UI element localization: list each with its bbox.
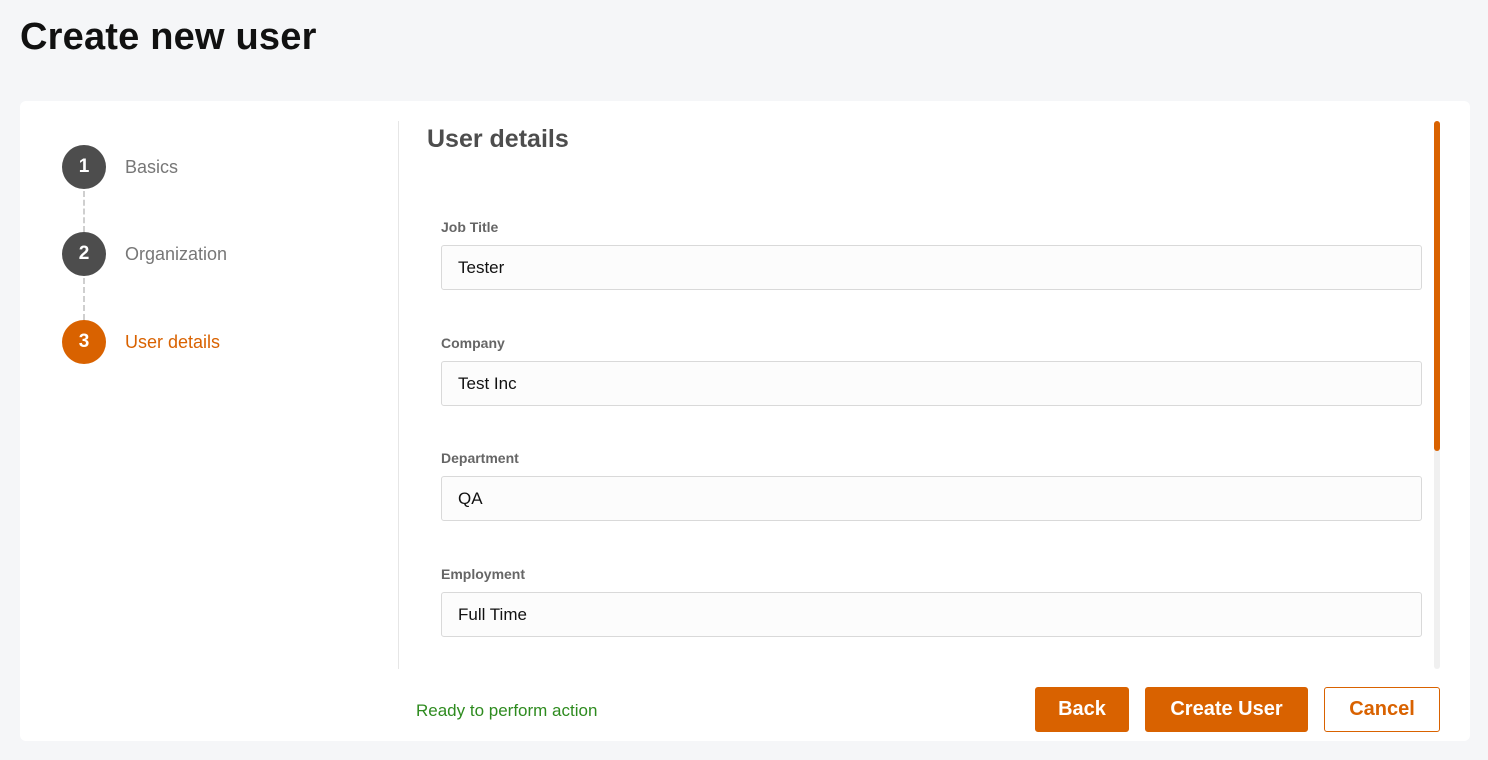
- job-title-field: Job Title: [441, 219, 1422, 290]
- step-user-details[interactable]: 3 User details: [62, 320, 220, 364]
- scrollbar-thumb[interactable]: [1434, 121, 1440, 451]
- job-title-label: Job Title: [441, 219, 499, 235]
- department-field: Department: [441, 450, 1422, 521]
- cancel-button[interactable]: Cancel: [1324, 687, 1440, 732]
- step-organization[interactable]: 2 Organization: [62, 232, 227, 276]
- company-field: Company: [441, 335, 1422, 406]
- wizard-card: 1 Basics 2 Organization 3 User details U…: [20, 101, 1470, 741]
- step-number: 3: [62, 320, 106, 364]
- step-connector: [83, 191, 85, 232]
- step-label: User details: [125, 331, 221, 352]
- vertical-divider: [398, 121, 399, 669]
- status-message: Ready to perform action: [416, 701, 598, 720]
- employment-field: Employment: [441, 566, 1422, 637]
- section-title: User details: [427, 125, 569, 153]
- page-title: Create new user: [20, 16, 317, 58]
- step-connector: [83, 278, 85, 320]
- back-button[interactable]: Back: [1035, 687, 1129, 732]
- step-number: 1: [62, 145, 106, 189]
- step-basics[interactable]: 1 Basics: [62, 145, 178, 189]
- step-label: Organization: [125, 243, 228, 264]
- step-number: 2: [62, 232, 106, 276]
- employment-label: Employment: [441, 566, 526, 582]
- create-user-button[interactable]: Create User: [1145, 687, 1308, 732]
- step-label: Basics: [125, 156, 179, 177]
- company-input[interactable]: [441, 361, 1422, 406]
- company-label: Company: [441, 335, 505, 351]
- form-scrollbar[interactable]: [1434, 121, 1440, 669]
- department-label: Department: [441, 450, 519, 466]
- job-title-input[interactable]: [441, 245, 1422, 290]
- department-input[interactable]: [441, 476, 1422, 521]
- employment-input[interactable]: [441, 592, 1422, 637]
